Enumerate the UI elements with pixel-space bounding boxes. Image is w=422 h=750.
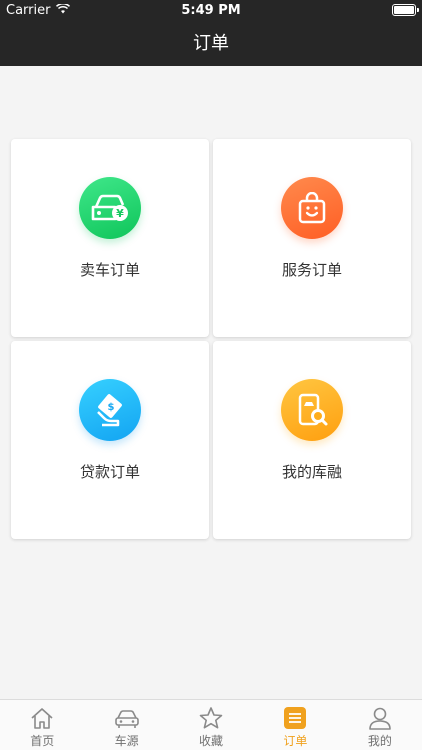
home-icon — [29, 706, 55, 730]
tab-label: 订单 — [283, 734, 308, 748]
loan-card-icon: $ — [79, 379, 141, 441]
loan-order-card[interactable]: $ 贷款订单 — [11, 341, 209, 539]
order-grid: ¥ 卖车订单 服务订单 $ 贷款订单 我的库融 — [0, 0, 422, 750]
tab-label: 车源 — [114, 734, 139, 748]
star-icon — [198, 706, 224, 730]
tab-label: 收藏 — [199, 734, 224, 748]
service-order-card[interactable]: 服务订单 — [213, 139, 411, 337]
tab-orders[interactable]: 订单 — [253, 700, 337, 750]
tab-bar: 首页 车源 收藏 订单 我的 — [0, 699, 422, 750]
my-finance-card[interactable]: 我的库融 — [213, 341, 411, 539]
phone-search-icon — [281, 379, 343, 441]
tab-label: 我的 — [367, 734, 392, 748]
card-label: 贷款订单 — [79, 463, 140, 481]
shopping-bag-icon — [281, 177, 343, 239]
card-label: 我的库融 — [281, 463, 342, 481]
card-label: 服务订单 — [281, 261, 342, 279]
tab-home[interactable]: 首页 — [0, 700, 84, 750]
car-yuan-icon: ¥ — [79, 177, 141, 239]
car-icon — [114, 706, 140, 730]
card-label: 卖车订单 — [79, 261, 140, 279]
tab-mine[interactable]: 我的 — [338, 700, 422, 750]
svg-text:¥: ¥ — [116, 207, 124, 220]
tab-favorites[interactable]: 收藏 — [169, 700, 253, 750]
tab-label: 首页 — [30, 734, 55, 748]
order-icon — [282, 706, 308, 730]
user-icon — [367, 706, 393, 730]
svg-text:$: $ — [108, 402, 115, 413]
tab-car-source[interactable]: 车源 — [84, 700, 168, 750]
sell-car-order-card[interactable]: ¥ 卖车订单 — [11, 139, 209, 337]
